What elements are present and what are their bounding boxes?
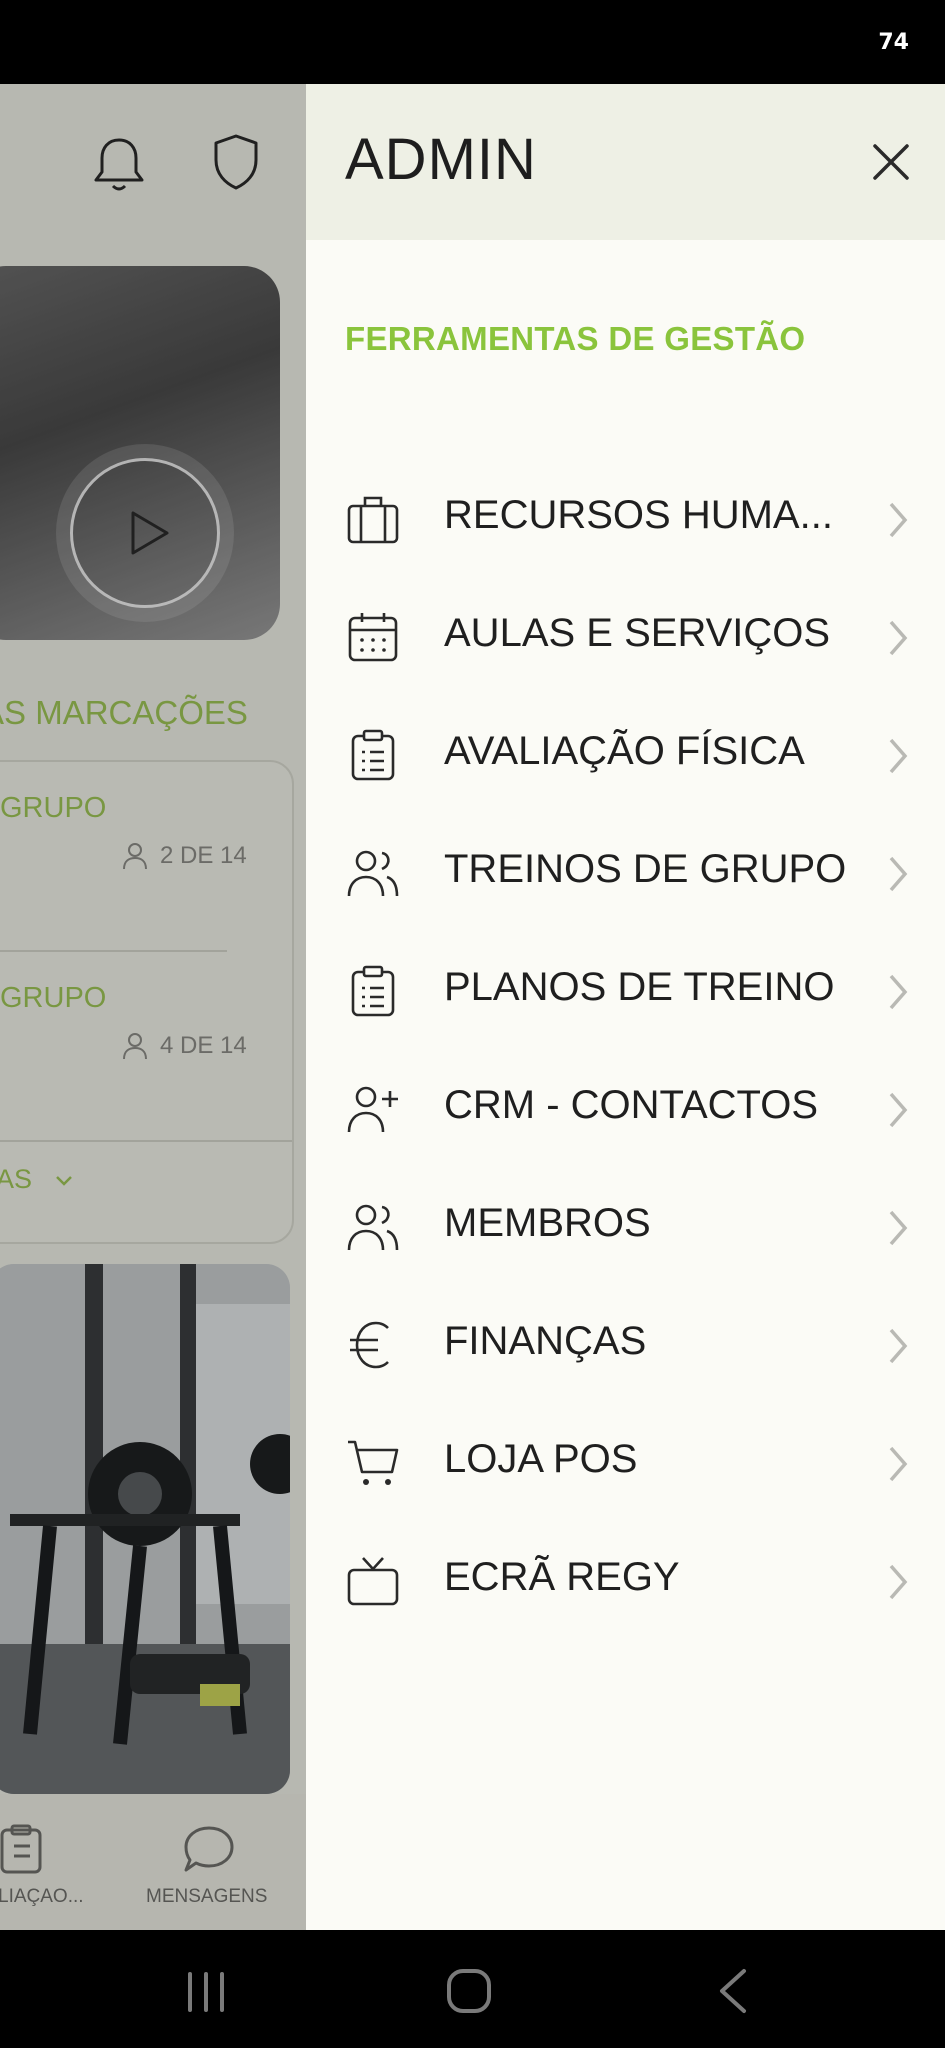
close-icon[interactable] [867,138,915,186]
tv-icon [347,1557,399,1606]
menu-item-membros[interactable]: MEMBROS [306,1166,945,1284]
chevron-right-icon [889,738,908,774]
menu-item-aulas-servicos[interactable]: AULAS E SERVIÇOS [306,576,945,694]
chevron-right-icon [889,1446,908,1482]
group-label: FERRAMENTAS DE GESTÃO [345,320,806,357]
users-icon [347,850,399,897]
drawer-scrim[interactable] [0,84,306,1930]
chevron-right-icon [889,1564,908,1600]
home-icon[interactable] [446,1968,492,2014]
menu-item-ecra-regy[interactable]: ECRÃ REGY [306,1520,945,1638]
chevron-right-icon [889,1328,908,1364]
background-screen: AS MARCAÇÕES GRUPO 2 DE 14 GRUPO 4 DE 14… [0,84,306,1930]
chevron-right-icon [889,1092,908,1128]
cart-icon [348,1440,399,1485]
admin-drawer: ADMIN FERRAMENTAS DE GESTÃO RECURSOS HUM… [306,84,945,1930]
menu-item-crm-contactos[interactable]: CRM - CONTACTOS [306,1048,945,1166]
menu-item-label: LOJA POS [444,1437,638,1481]
back-icon[interactable] [716,1968,748,2014]
drawer-title: ADMIN [345,127,537,192]
menu-item-loja-pos[interactable]: LOJA POS [306,1402,945,1520]
calendar-icon [348,613,398,662]
menu-item-label: PLANOS DE TREINO [444,965,835,1009]
clipboard-icon [351,729,395,781]
menu-item-avaliacao-fisica[interactable]: AVALIAÇÃO FÍSICA [306,694,945,812]
menu-item-label: ECRÃ REGY [444,1555,680,1599]
system-nav-bar [0,1930,945,2048]
chevron-right-icon [889,502,908,538]
chevron-right-icon [889,974,908,1010]
drawer-header: ADMIN [306,84,945,240]
briefcase-icon [347,496,399,544]
menu-item-label: MEMBROS [444,1201,651,1245]
users-icon [347,1204,399,1251]
menu-item-label: FINANÇAS [444,1319,647,1363]
menu-item-label: TREINOS DE GRUPO [444,847,847,891]
menu-item-label: RECURSOS HUMA... [444,493,833,537]
menu-item-recursos-humanos[interactable]: RECURSOS HUMA... [306,458,945,576]
user-plus-icon [347,1086,398,1133]
menu-item-label: CRM - CONTACTOS [444,1083,819,1127]
menu-item-treinos-grupo[interactable]: TREINOS DE GRUPO [306,812,945,930]
recent-apps-icon[interactable] [184,1970,228,2014]
menu-item-financas[interactable]: FINANÇAS [306,1284,945,1402]
menu-item-planos-treino[interactable]: PLANOS DE TREINO [306,930,945,1048]
clipboard-icon [351,965,395,1017]
chevron-right-icon [889,620,908,656]
chevron-right-icon [889,856,908,892]
chevron-right-icon [889,1210,908,1246]
euro-icon [350,1321,389,1369]
menu-item-label: AVALIAÇÃO FÍSICA [444,729,805,773]
menu-item-label: AULAS E SERVIÇOS [444,611,831,655]
status-bar: 74 [0,0,945,84]
status-value: 74 [878,30,909,55]
